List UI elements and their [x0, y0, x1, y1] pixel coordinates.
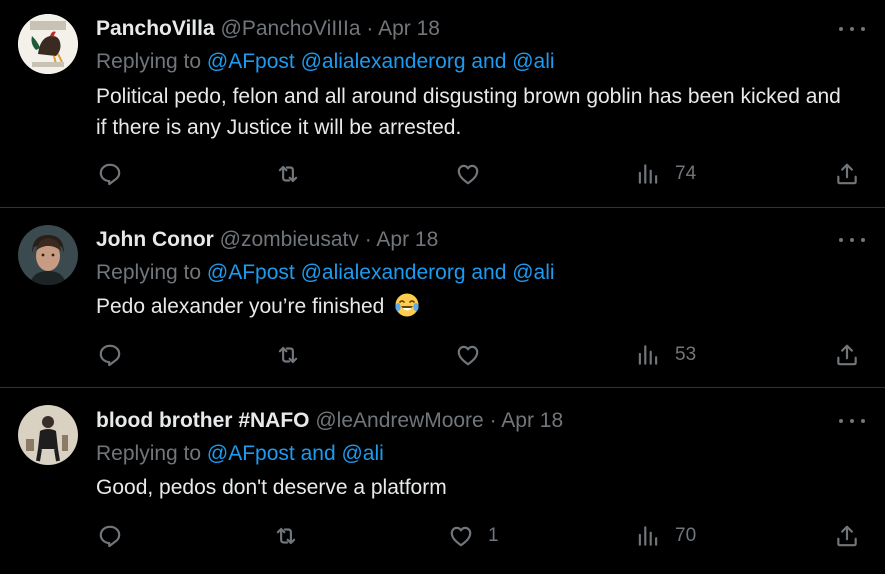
retweet-icon	[278, 165, 298, 183]
reply-button[interactable]	[97, 521, 123, 551]
more-options-icon[interactable]	[839, 19, 865, 39]
tweet-header: John Conor @zombieusatv · Apr 18	[96, 227, 438, 253]
replying-to-label: Replying to	[96, 50, 202, 73]
share-button[interactable]	[834, 159, 860, 189]
avatar[interactable]	[18, 405, 78, 465]
separator-dot: ·	[364, 228, 372, 251]
tweet-actions: 1 70	[0, 521, 885, 551]
views-button[interactable]: 70	[635, 521, 696, 551]
replying-to-line: Replying to @AFpost @alialexanderorg and…	[96, 49, 555, 75]
like-icon	[457, 345, 479, 366]
replying-to-mentions[interactable]: @AFpost @alialexanderorg and @ali	[207, 50, 555, 73]
display-name[interactable]: PanchoVilla	[96, 17, 215, 40]
views-icon	[638, 345, 658, 365]
view-count: 74	[675, 163, 697, 184]
avatar-portrait-image	[18, 225, 78, 285]
views-icon	[638, 526, 658, 546]
like-button[interactable]	[455, 159, 495, 189]
replying-to-label: Replying to	[96, 442, 202, 465]
tweet-text: Good, pedos don't deserve a platform	[96, 476, 447, 499]
view-count: 70	[675, 525, 697, 546]
like-icon	[457, 164, 479, 185]
share-icon	[837, 163, 857, 185]
retweet-icon	[276, 527, 296, 545]
retweet-icon	[278, 346, 298, 364]
reply-button[interactable]	[97, 159, 123, 189]
tweet-date[interactable]: Apr 18	[501, 409, 563, 432]
share-button[interactable]	[834, 340, 860, 370]
views-icon	[638, 164, 658, 184]
share-icon	[837, 344, 857, 366]
replying-to-line: Replying to @AFpost @alialexanderorg and…	[96, 260, 555, 286]
separator-dot: ·	[489, 409, 497, 432]
like-count: 1	[488, 525, 499, 546]
display-name[interactable]: John Conor	[96, 228, 214, 251]
like-button[interactable]: 1	[448, 521, 499, 551]
tweet-text-line: Pedo alexander you’re finished	[96, 291, 856, 322]
like-icon	[450, 526, 472, 547]
tweet-text: Pedo alexander you’re finished	[96, 295, 385, 318]
tweet[interactable]: PanchoVilla @PanchoViIIIa · Apr 18 Reply…	[0, 0, 885, 208]
avatar[interactable]	[18, 14, 78, 74]
share-button[interactable]	[834, 521, 860, 551]
user-handle[interactable]: @zombieusatv	[220, 228, 359, 251]
tweet-header: PanchoVilla @PanchoViIIIa · Apr 18	[96, 16, 440, 42]
retweet-button[interactable]	[275, 340, 301, 370]
reply-icon	[99, 163, 121, 186]
reply-button[interactable]	[97, 340, 123, 370]
avatar[interactable]	[18, 225, 78, 285]
replying-to-line: Replying to @AFpost and @ali	[96, 441, 384, 467]
tweet-text: Political pedo, felon and all around dis…	[96, 85, 841, 139]
replying-to-mentions[interactable]: @AFpost @alialexanderorg and @ali	[207, 261, 555, 284]
views-button[interactable]: 53	[635, 340, 696, 370]
more-options-icon[interactable]	[839, 411, 865, 431]
views-button[interactable]: 74	[635, 159, 696, 189]
view-count: 53	[675, 344, 697, 365]
tweet[interactable]: John Conor @zombieusatv · Apr 18 Replyin…	[0, 208, 885, 388]
tweet-actions: 74	[0, 159, 885, 189]
display-name[interactable]: blood brother #NAFO	[96, 409, 310, 432]
reply-feed: PanchoVilla @PanchoViIIIa · Apr 18 Reply…	[0, 0, 885, 574]
more-options-icon[interactable]	[839, 230, 865, 250]
tweet-header: blood brother #NAFO @leAndrewMoore · Apr…	[96, 408, 563, 434]
tweet-actions: 53	[0, 340, 885, 370]
tweet[interactable]: blood brother #NAFO @leAndrewMoore · Apr…	[0, 388, 885, 574]
tweet-date[interactable]: Apr 18	[376, 228, 438, 251]
retweet-button[interactable]	[273, 521, 299, 551]
reply-icon	[99, 525, 121, 548]
separator-dot: ·	[366, 17, 374, 40]
tweet-date[interactable]: Apr 18	[378, 17, 440, 40]
replying-to-label: Replying to	[96, 261, 202, 284]
avatar-person-image	[18, 405, 78, 465]
avatar-rooster-image	[18, 14, 78, 74]
user-handle[interactable]: @PanchoViIIIa	[221, 17, 361, 40]
retweet-button[interactable]	[275, 159, 301, 189]
replying-to-mentions[interactable]: @AFpost and @ali	[207, 442, 384, 465]
share-icon	[837, 525, 857, 547]
tears-of-joy-emoji-icon	[395, 293, 419, 317]
user-handle[interactable]: @leAndrewMoore	[315, 409, 483, 432]
reply-icon	[99, 344, 121, 367]
like-button[interactable]	[455, 340, 495, 370]
